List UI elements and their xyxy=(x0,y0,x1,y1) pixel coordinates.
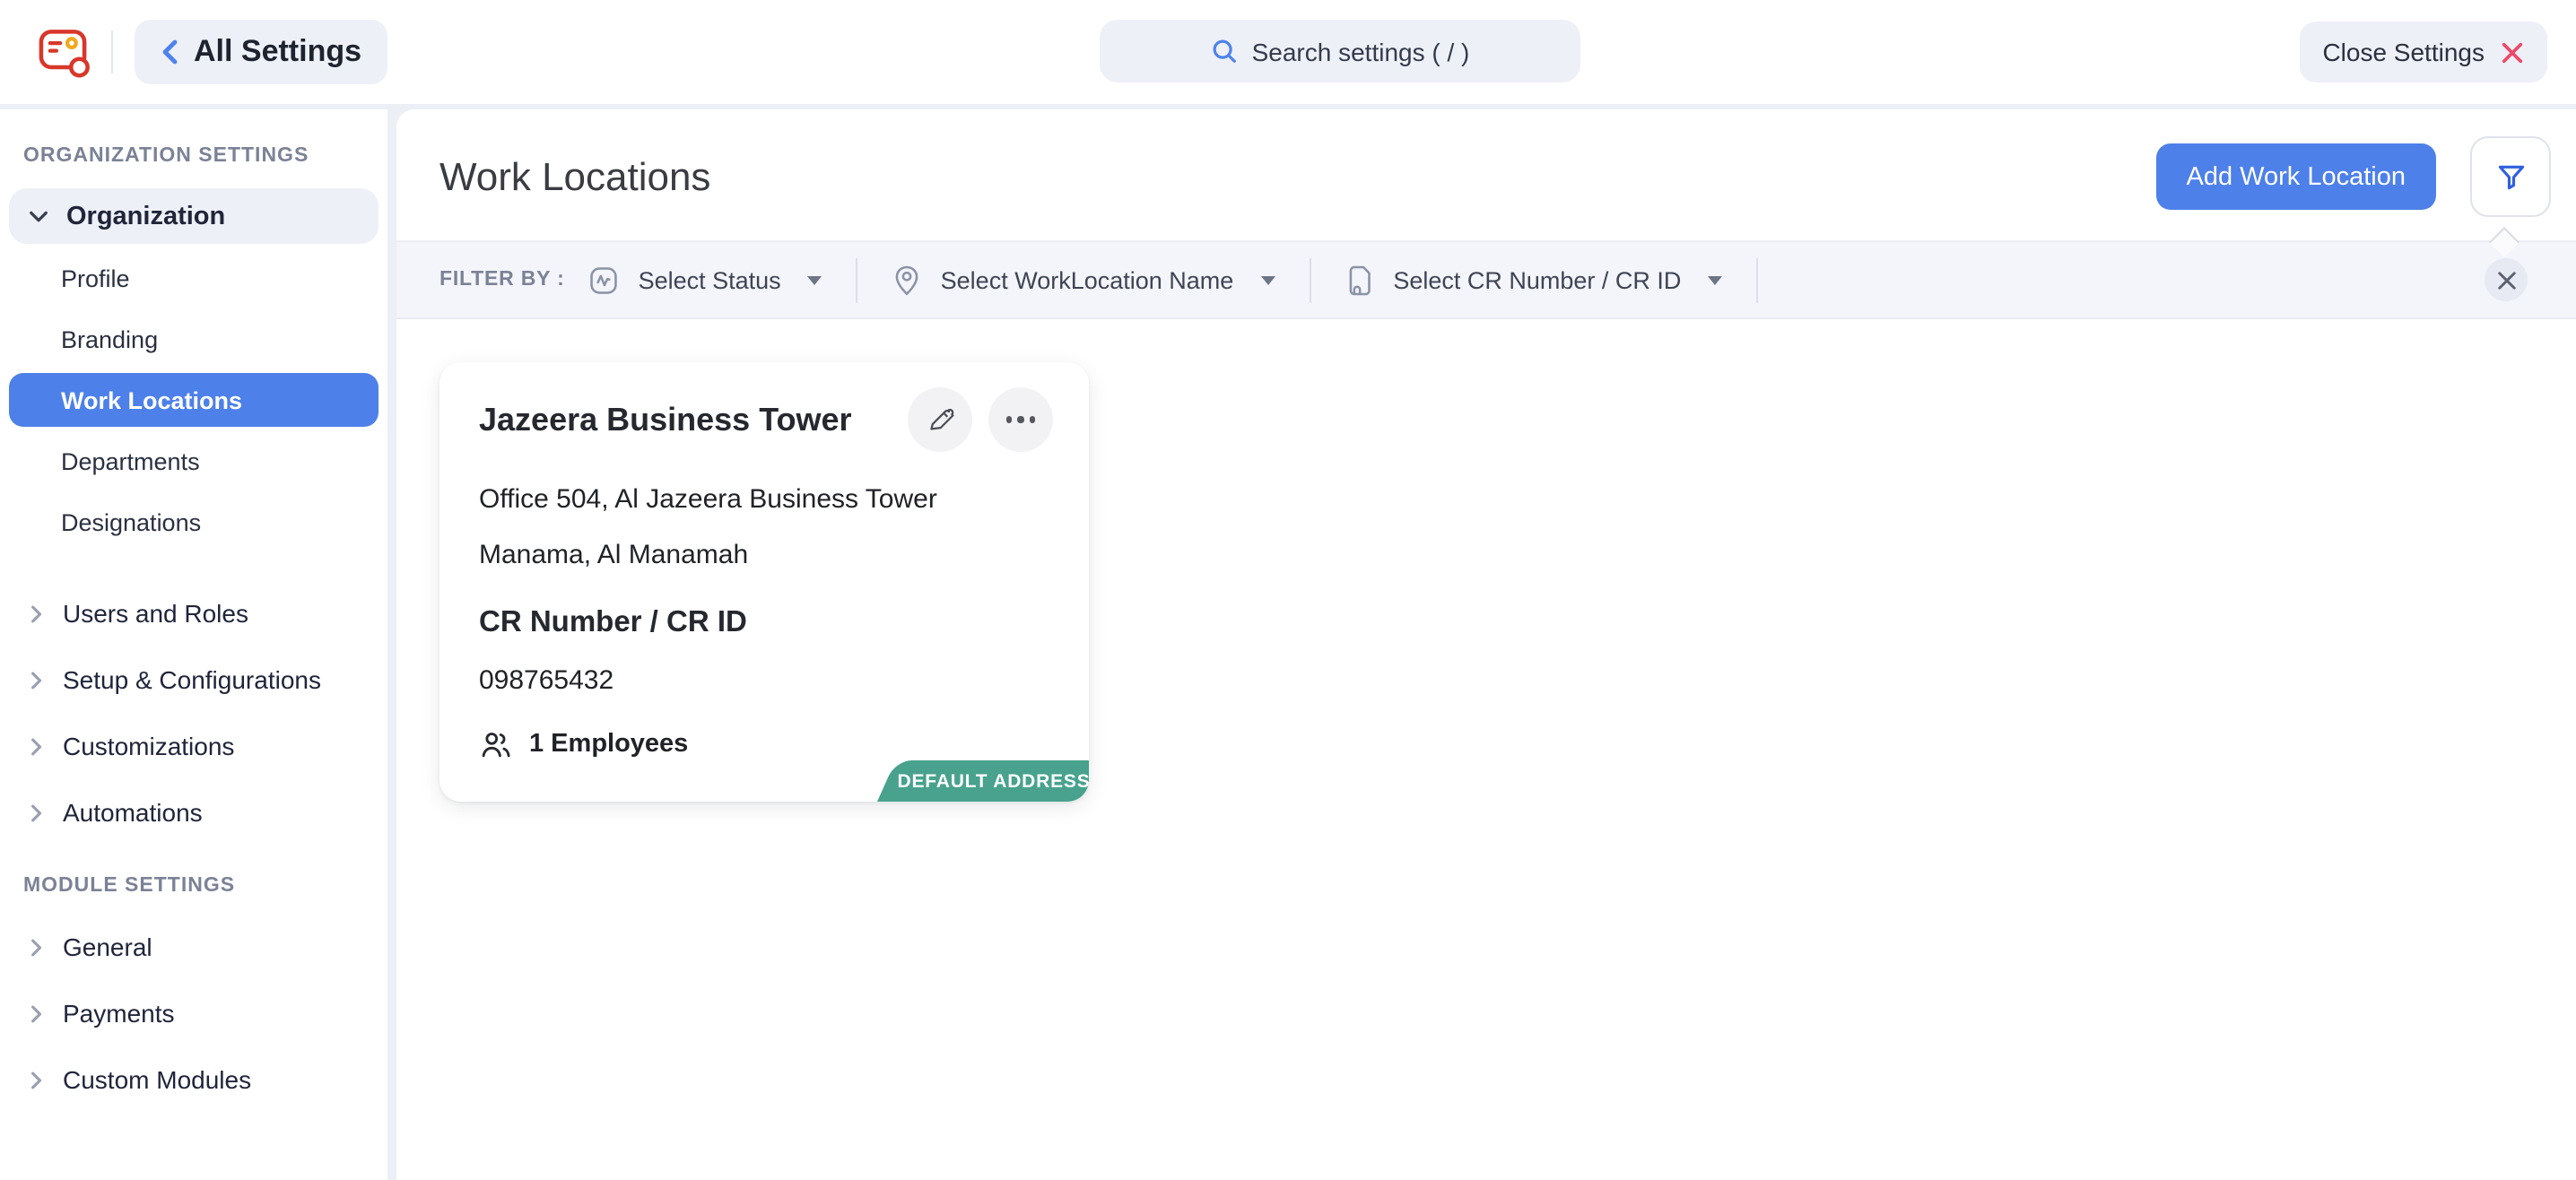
all-settings-label: All Settings xyxy=(194,34,361,70)
chevron-right-icon xyxy=(30,670,43,690)
status-filter-dropdown[interactable]: Select Status xyxy=(587,263,822,297)
sidebar-item-designations[interactable]: Designations xyxy=(9,495,379,549)
map-pin-icon xyxy=(892,263,923,297)
pencil-icon xyxy=(926,405,954,434)
funnel-icon xyxy=(2493,159,2528,195)
worklocation-filter-value: Select WorkLocation Name xyxy=(941,266,1234,293)
search-placeholder: Search settings ( / ) xyxy=(1252,37,1470,65)
topbar-divider xyxy=(111,30,113,74)
status-icon xyxy=(587,263,621,297)
section-organization-settings: ORGANIZATION SETTINGS xyxy=(0,124,387,178)
work-locations-list: Jazeera Business Tower Office 504, Al Ja… xyxy=(396,319,2576,1180)
designations-label: Designations xyxy=(61,508,201,535)
automations-label: Automations xyxy=(63,798,203,827)
chevron-right-icon xyxy=(30,803,43,822)
settings-app: All Settings Search settings ( / ) Close… xyxy=(0,0,2576,1180)
sidebar-item-customizations[interactable]: Customizations xyxy=(9,719,379,773)
filter-toggle-button[interactable] xyxy=(2470,136,2551,217)
address-line-1: Office 504, Al Jazeera Business Tower xyxy=(479,484,1053,515)
close-settings-button[interactable]: Close Settings xyxy=(2299,22,2547,82)
filter-divider xyxy=(1309,257,1310,302)
sidebar-item-custom-modules[interactable]: Custom Modules xyxy=(9,1053,379,1106)
filter-by-label: FILTER BY : xyxy=(439,269,565,291)
caret-down-icon xyxy=(1708,275,1722,284)
status-filter-value: Select Status xyxy=(639,266,781,293)
sidebar-item-profile[interactable]: Profile xyxy=(9,251,379,305)
sidebar-item-departments[interactable]: Departments xyxy=(9,434,379,488)
work-location-card: Jazeera Business Tower Office 504, Al Ja… xyxy=(439,362,1089,802)
chevron-right-icon xyxy=(30,603,43,623)
chevron-right-icon xyxy=(30,937,43,957)
edit-button[interactable] xyxy=(908,387,972,452)
sidebar-item-work-locations[interactable]: Work Locations xyxy=(9,373,379,427)
filter-divider xyxy=(1756,257,1758,302)
filter-bar: FILTER BY : Select Status Select W xyxy=(396,240,2576,319)
badge-label: DEFAULT ADDRESS xyxy=(877,760,1089,802)
search-settings-input[interactable]: Search settings ( / ) xyxy=(1100,20,1580,82)
branding-label: Branding xyxy=(61,325,158,352)
ellipsis-icon xyxy=(1006,417,1036,423)
close-filter-button[interactable] xyxy=(2485,258,2528,301)
main-panel: Work Locations Add Work Location FILTER … xyxy=(396,109,2576,1180)
filter-divider xyxy=(857,257,858,302)
departments-label: Departments xyxy=(61,447,200,474)
close-icon xyxy=(2501,40,2524,64)
section-module-settings: MODULE SETTINGS xyxy=(0,854,387,907)
general-label: General xyxy=(63,933,152,961)
more-options-button[interactable] xyxy=(988,387,1053,452)
search-icon xyxy=(1211,38,1238,65)
worklocation-filter-dropdown[interactable]: Select WorkLocation Name xyxy=(892,263,1275,297)
close-icon xyxy=(2496,270,2516,290)
chevron-down-icon xyxy=(29,209,48,223)
organization-label: Organization xyxy=(66,202,225,230)
cr-number-filter-value: Select CR Number / CR ID xyxy=(1393,266,1681,293)
close-settings-label: Close Settings xyxy=(2322,38,2485,66)
profile-label: Profile xyxy=(61,265,130,291)
sidebar-item-payments[interactable]: Payments xyxy=(9,986,379,1040)
app-logo-icon[interactable] xyxy=(29,18,97,86)
body-row: ORGANIZATION SETTINGS Organization Profi… xyxy=(0,104,2576,1180)
users-and-roles-label: Users and Roles xyxy=(63,599,248,628)
all-settings-back-button[interactable]: All Settings xyxy=(135,20,387,84)
chevron-left-icon xyxy=(160,38,179,66)
top-bar: All Settings Search settings ( / ) Close… xyxy=(0,0,2576,104)
sidebar-item-users-and-roles[interactable]: Users and Roles xyxy=(9,586,379,640)
cr-number-label: CR Number / CR ID xyxy=(479,606,1053,640)
sidebar-item-organization[interactable]: Organization xyxy=(9,188,379,244)
address-line-2: Manama, Al Manamah xyxy=(479,540,1053,570)
page-title: Work Locations xyxy=(439,153,2156,200)
employees-count: 1 Employees xyxy=(529,730,688,759)
sidebar-item-automations[interactable]: Automations xyxy=(9,785,379,839)
users-icon xyxy=(479,727,513,761)
chevron-right-icon xyxy=(30,736,43,756)
add-work-location-button[interactable]: Add Work Location xyxy=(2156,143,2437,210)
work-location-name: Jazeera Business Tower xyxy=(479,387,892,439)
cr-number-filter-dropdown[interactable]: Select CR Number / CR ID xyxy=(1345,263,1722,297)
caret-down-icon xyxy=(1260,275,1275,284)
chevron-right-icon xyxy=(30,1003,43,1023)
customizations-label: Customizations xyxy=(63,732,234,760)
sidebar-item-setup-configurations[interactable]: Setup & Configurations xyxy=(9,653,379,707)
settings-sidebar: ORGANIZATION SETTINGS Organization Profi… xyxy=(0,109,387,1180)
default-address-badge: DEFAULT ADDRESS xyxy=(877,760,1089,802)
cr-number-value: 098765432 xyxy=(479,665,1053,696)
caret-down-icon xyxy=(808,275,822,284)
main-header: Work Locations Add Work Location xyxy=(396,109,2576,240)
sidebar-item-branding[interactable]: Branding xyxy=(9,312,379,366)
custom-modules-label: Custom Modules xyxy=(63,1065,251,1094)
sidebar-item-general[interactable]: General xyxy=(9,920,379,974)
setup-configurations-label: Setup & Configurations xyxy=(63,665,321,694)
work-locations-label: Work Locations xyxy=(61,386,242,413)
chevron-right-icon xyxy=(30,1070,43,1089)
payments-label: Payments xyxy=(63,999,175,1028)
document-icon xyxy=(1345,263,1375,297)
employees-row[interactable]: 1 Employees xyxy=(479,723,1053,766)
